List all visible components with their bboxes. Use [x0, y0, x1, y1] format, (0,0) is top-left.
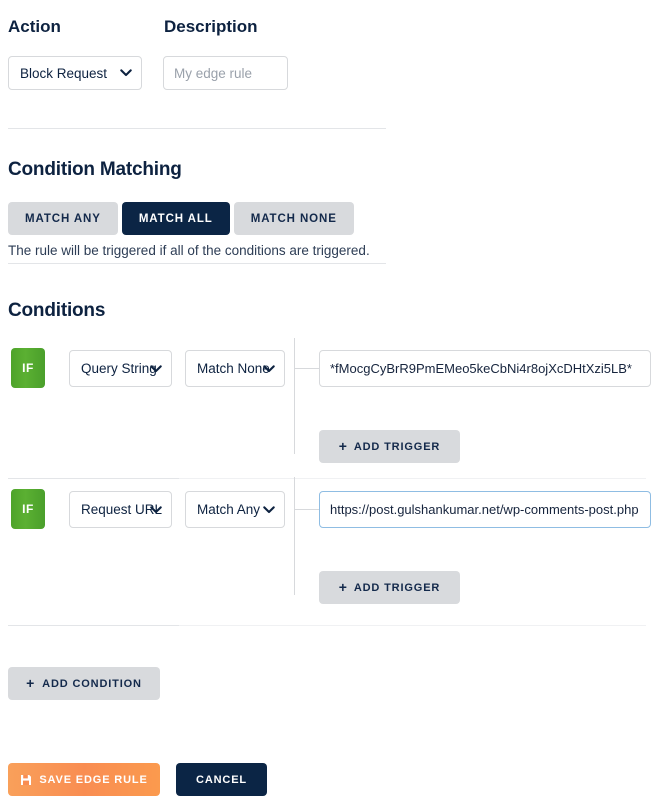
- divider: [179, 478, 646, 479]
- chevron-down-icon: [150, 364, 162, 373]
- save-edge-rule-button[interactable]: SAVE EDGE RULE: [8, 763, 160, 796]
- divider: [8, 263, 386, 264]
- add-trigger-label: ADD TRIGGER: [353, 440, 441, 453]
- match-any-button[interactable]: MATCH ANY: [8, 202, 118, 235]
- if-badge: IF: [11, 489, 45, 529]
- tree-connector-vertical: [294, 477, 295, 595]
- condition-variable-select[interactable]: Query String: [69, 350, 172, 387]
- chevron-down-icon: [263, 505, 275, 514]
- save-edge-rule-label: SAVE EDGE RULE: [39, 773, 148, 786]
- plus-icon: +: [338, 579, 348, 595]
- trigger-value-input[interactable]: [319, 350, 651, 387]
- chevron-down-icon: [150, 505, 162, 514]
- chevron-down-icon: [263, 364, 275, 373]
- action-label: Action: [8, 17, 61, 36]
- match-none-button[interactable]: MATCH NONE: [233, 202, 354, 235]
- tree-connector-horizontal: [294, 509, 319, 510]
- match-mode-group: MATCH ANY MATCH ALL MATCH NONE: [8, 202, 354, 235]
- plus-icon: +: [338, 438, 348, 454]
- divider: [8, 128, 386, 129]
- chevron-down-icon: [120, 69, 132, 77]
- condition-operator-select[interactable]: Match Any: [185, 491, 285, 528]
- condition-operator-select[interactable]: Match None: [185, 350, 285, 387]
- condition-operator-value: Match None: [197, 361, 270, 376]
- divider: [8, 625, 179, 626]
- condition-variable-select[interactable]: Request URL: [69, 491, 172, 528]
- conditions-heading: Conditions: [8, 300, 106, 321]
- divider: [179, 625, 646, 626]
- add-trigger-button[interactable]: + ADD TRIGGER: [319, 430, 460, 463]
- condition-variable-value: Query String: [81, 361, 157, 376]
- add-trigger-button[interactable]: + ADD TRIGGER: [319, 571, 460, 604]
- add-condition-button[interactable]: + ADD CONDITION: [8, 667, 160, 700]
- match-help-text: The rule will be triggered if all of the…: [8, 243, 370, 258]
- plus-icon: +: [26, 675, 36, 691]
- tree-connector-vertical: [294, 338, 295, 454]
- condition-matching-heading: Condition Matching: [8, 159, 182, 180]
- add-condition-label: ADD CONDITION: [42, 677, 142, 690]
- add-trigger-label: ADD TRIGGER: [353, 581, 441, 594]
- cancel-button[interactable]: CANCEL: [176, 763, 267, 796]
- edge-rule-form: Action Description Block Request Conditi…: [0, 0, 654, 808]
- match-all-button[interactable]: MATCH ALL: [121, 202, 230, 235]
- tree-connector-horizontal: [294, 368, 319, 369]
- save-disk-icon: [20, 774, 32, 786]
- description-input[interactable]: [163, 56, 288, 90]
- if-badge: IF: [11, 348, 45, 388]
- action-select[interactable]: Block Request: [8, 56, 142, 90]
- action-select-value: Block Request: [20, 65, 108, 81]
- description-label: Description: [164, 17, 258, 36]
- condition-operator-value: Match Any: [197, 502, 261, 517]
- trigger-value-input[interactable]: [319, 491, 651, 528]
